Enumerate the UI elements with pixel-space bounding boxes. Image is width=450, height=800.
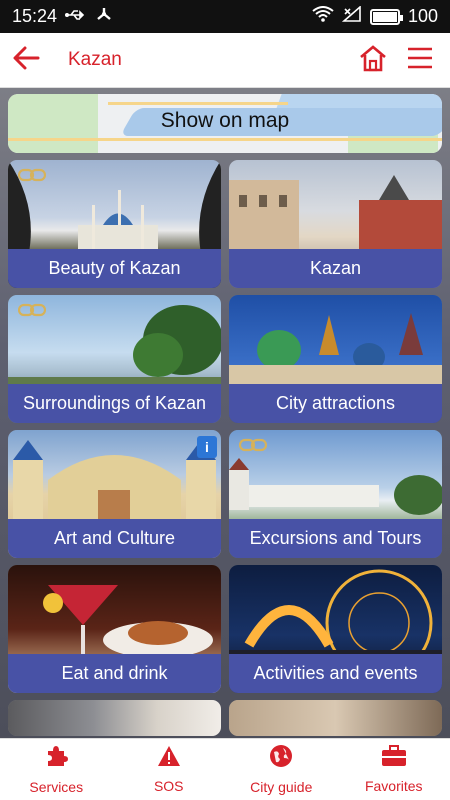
tile-excursions-and-tours[interactable]: Excursions and Tours (229, 430, 442, 558)
tile-label: Art and Culture (8, 519, 221, 558)
tile-beauty-of-kazan[interactable]: Beauty of Kazan (8, 160, 221, 288)
show-on-map-banner[interactable]: Show on map (8, 94, 442, 153)
home-button[interactable] (358, 44, 388, 77)
signal-icon (341, 5, 362, 27)
globe-icon (269, 744, 293, 773)
puzzle-icon (44, 744, 69, 773)
tile-city-attractions[interactable]: City attractions (229, 295, 442, 423)
info-badge[interactable]: i (197, 436, 217, 458)
nav-label: Services (29, 779, 84, 795)
tile-label: Kazan (229, 249, 442, 288)
content-area[interactable]: Show on map Beauty of Kazan Kazan Surrou… (0, 88, 450, 738)
nav-label: SOS (153, 778, 184, 794)
category-grid: Beauty of Kazan Kazan Surroundings of Ka… (8, 160, 442, 736)
tile-art-and-culture[interactable]: i Art and Culture (8, 430, 221, 558)
tile-surroundings-of-kazan[interactable]: Surroundings of Kazan (8, 295, 221, 423)
tile-label: Surroundings of Kazan (8, 384, 221, 423)
tile-image (229, 700, 442, 736)
tile-label: Beauty of Kazan (8, 249, 221, 288)
home-icon (360, 44, 386, 71)
link-icon (17, 303, 47, 322)
battery-text: 100 (407, 6, 438, 26)
usb-icon (65, 6, 87, 27)
back-button[interactable] (0, 33, 52, 88)
map-road (108, 102, 288, 105)
nav-sos[interactable]: SOS (113, 739, 226, 800)
bottom-navigation: Services SOS City guide Favorites (0, 738, 450, 800)
tile-partial[interactable] (229, 700, 442, 736)
arrow-left-icon (12, 46, 40, 75)
link-icon (238, 438, 268, 457)
tile-partial[interactable] (8, 700, 221, 736)
map-road (8, 138, 442, 141)
share-icon (95, 6, 113, 27)
battery-icon (369, 8, 403, 25)
link-icon (17, 168, 47, 187)
status-bar: 15:24 100 (0, 0, 450, 33)
tile-kazan[interactable]: Kazan (229, 160, 442, 288)
tile-label: Excursions and Tours (229, 519, 442, 558)
menu-button[interactable] (406, 46, 434, 75)
nav-services[interactable]: Services (0, 739, 113, 800)
wifi-icon (312, 6, 334, 27)
nav-label: Favorites (364, 778, 423, 794)
suitcase-icon (381, 745, 407, 772)
nav-favorites[interactable]: Favorites (338, 739, 450, 800)
page-title: Kazan (68, 49, 122, 70)
status-time: 15:24 (12, 6, 58, 26)
tile-image (8, 700, 221, 736)
app-header: Kazan (0, 33, 450, 88)
hamburger-icon (408, 47, 432, 68)
show-on-map-label: Show on map (160, 109, 290, 132)
tile-label: Eat and drink (8, 654, 221, 693)
tile-eat-and-drink[interactable]: Eat and drink (8, 565, 221, 693)
nav-city-guide[interactable]: City guide (225, 739, 338, 800)
tile-activities-and-events[interactable]: Activities and events (229, 565, 442, 693)
warning-icon (157, 745, 181, 772)
tile-label: Activities and events (229, 654, 442, 693)
tile-label: City attractions (229, 384, 442, 423)
nav-label: City guide (250, 779, 313, 795)
